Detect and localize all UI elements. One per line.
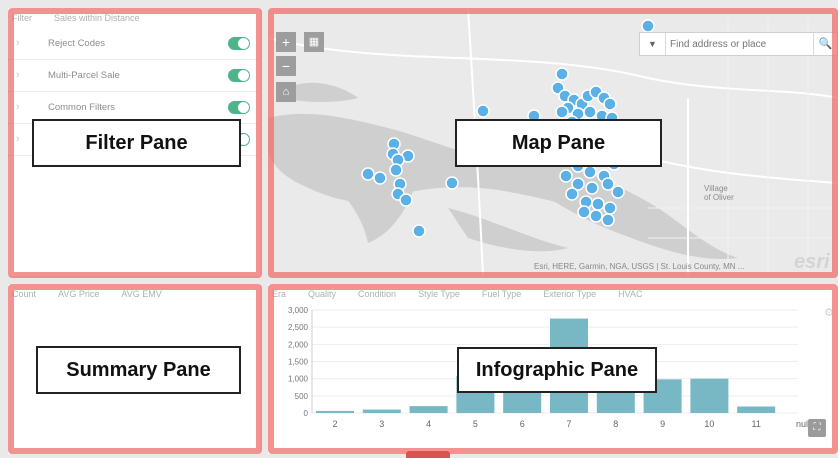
sale-point[interactable] xyxy=(555,67,569,81)
y-tick-label: 1,500 xyxy=(288,358,309,367)
tab-era[interactable]: Era xyxy=(272,289,286,299)
tab-fuel-type[interactable]: Fuel Type xyxy=(482,289,521,299)
zoom-in-button[interactable]: + xyxy=(276,32,296,52)
x-tick-label: 2 xyxy=(332,419,337,429)
address-search[interactable]: ▼ 🔍 xyxy=(639,32,838,56)
y-tick-label: 1,000 xyxy=(288,375,309,384)
tab-filter[interactable]: Filter xyxy=(12,13,32,23)
filter-label: Reject Codes xyxy=(48,38,106,49)
chevron-right-icon[interactable]: › xyxy=(16,69,20,81)
y-tick-label: 2,000 xyxy=(288,340,309,349)
tab-count[interactable]: Count xyxy=(12,289,36,299)
sale-point[interactable] xyxy=(591,197,605,211)
zoom-out-button[interactable]: − xyxy=(276,56,296,76)
chevron-right-icon[interactable]: › xyxy=(16,101,20,113)
y-tick-label: 500 xyxy=(295,392,309,401)
tab-avg-emv[interactable]: AVG EMV xyxy=(121,289,161,299)
y-tick-label: 0 xyxy=(304,409,309,418)
x-tick-label: 6 xyxy=(520,419,525,429)
filter-pane-annotation: Filter Pane xyxy=(32,119,241,167)
place-label-line1: Village xyxy=(704,184,728,193)
x-tick-label: 4 xyxy=(426,419,431,429)
infographic-pane-annotation: Infographic Pane xyxy=(457,347,657,393)
esri-logo: esri xyxy=(794,251,830,273)
sale-point[interactable] xyxy=(445,176,459,190)
filter-tabbar: Filter Sales within Distance xyxy=(8,8,260,28)
x-tick-label: 9 xyxy=(660,419,665,429)
tab-style-type[interactable]: Style Type xyxy=(418,289,460,299)
summary-tabbar: Count AVG Price AVG EMV xyxy=(8,284,260,304)
sale-point[interactable] xyxy=(603,201,617,215)
home-icon[interactable]: ⌂ xyxy=(276,82,296,102)
fullscreen-icon[interactable]: ⛶ xyxy=(808,419,826,437)
search-icon[interactable]: 🔍 xyxy=(813,33,837,55)
tab-hvac[interactable]: HVAC xyxy=(618,289,642,299)
bar-2[interactable] xyxy=(316,410,354,413)
app-stage: Filter Sales within Distance › Reject Co… xyxy=(0,0,838,458)
sale-point[interactable] xyxy=(389,163,403,177)
sale-point[interactable] xyxy=(583,105,597,119)
sale-point[interactable] xyxy=(559,169,573,183)
search-input[interactable] xyxy=(670,36,810,52)
tab-avg-price[interactable]: AVG Price xyxy=(58,289,99,299)
bar-4[interactable] xyxy=(409,406,448,413)
basemap-gallery-icon[interactable]: ▦ xyxy=(304,32,324,52)
chevron-right-icon[interactable]: › xyxy=(16,37,20,49)
common-filters-toggle[interactable] xyxy=(228,101,250,114)
tab-quality[interactable]: Quality xyxy=(308,289,336,299)
sale-point[interactable] xyxy=(555,105,569,119)
sale-point[interactable] xyxy=(373,171,387,185)
y-tick-label: 3,000 xyxy=(288,306,309,315)
gear-icon[interactable]: ⚙ xyxy=(824,306,834,319)
chevron-down-icon[interactable]: ▼ xyxy=(640,33,666,55)
filter-label: Common Filters xyxy=(48,102,116,113)
sale-point[interactable] xyxy=(589,209,603,223)
tab-condition[interactable]: Condition xyxy=(358,289,396,299)
x-tick-label: 10 xyxy=(704,419,714,429)
x-tick-label: 8 xyxy=(613,419,618,429)
x-tick-label: 5 xyxy=(473,419,478,429)
tab-exterior-type[interactable]: Exterior Type xyxy=(543,289,596,299)
sale-point[interactable] xyxy=(641,19,655,33)
x-tick-label: 3 xyxy=(379,419,384,429)
place-label-line2: of Oliver xyxy=(704,193,734,202)
summary-pane-annotation: Summary Pane xyxy=(36,346,241,394)
bar-10[interactable] xyxy=(690,378,729,413)
map-attribution[interactable]: Esri, HERE, Garmin, NGA, USGS | St. Loui… xyxy=(534,262,744,271)
bar-3[interactable] xyxy=(362,409,401,413)
filter-row-reject-codes[interactable]: › Reject Codes xyxy=(8,28,260,60)
sale-point[interactable] xyxy=(603,97,617,111)
x-tick-label: 11 xyxy=(752,419,761,429)
sale-point[interactable] xyxy=(601,177,615,191)
sale-point[interactable] xyxy=(611,185,625,199)
sale-point[interactable] xyxy=(399,193,413,207)
sale-point[interactable] xyxy=(412,224,426,238)
x-tick-label: 7 xyxy=(566,419,571,429)
reject-codes-toggle[interactable] xyxy=(228,37,250,50)
x-tick-label: null xyxy=(796,419,808,429)
water-bodies xyxy=(268,82,738,259)
sale-point[interactable] xyxy=(577,205,591,219)
sale-point[interactable] xyxy=(361,167,375,181)
sale-point[interactable] xyxy=(601,213,615,227)
multi-parcel-sale-toggle[interactable] xyxy=(228,69,250,82)
bar-11[interactable] xyxy=(737,406,776,413)
map-pane-annotation: Map Pane xyxy=(455,119,662,167)
y-tick-label: 2,500 xyxy=(288,323,309,332)
sale-point[interactable] xyxy=(583,165,597,179)
filter-row-multi-parcel-sale[interactable]: › Multi-Parcel Sale xyxy=(8,60,260,92)
filter-label: Multi-Parcel Sale xyxy=(48,70,120,81)
chevron-right-icon[interactable]: › xyxy=(16,133,20,145)
place-label: Village of Oliver xyxy=(704,184,734,202)
sale-point[interactable] xyxy=(565,187,579,201)
tab-sales-within-distance[interactable]: Sales within Distance xyxy=(54,13,140,23)
sale-point[interactable] xyxy=(476,104,490,118)
sale-point[interactable] xyxy=(585,181,599,195)
panel-collapse-handle[interactable] xyxy=(406,451,450,458)
infographic-tabbar: Era Quality Condition Style Type Fuel Ty… xyxy=(268,284,838,304)
